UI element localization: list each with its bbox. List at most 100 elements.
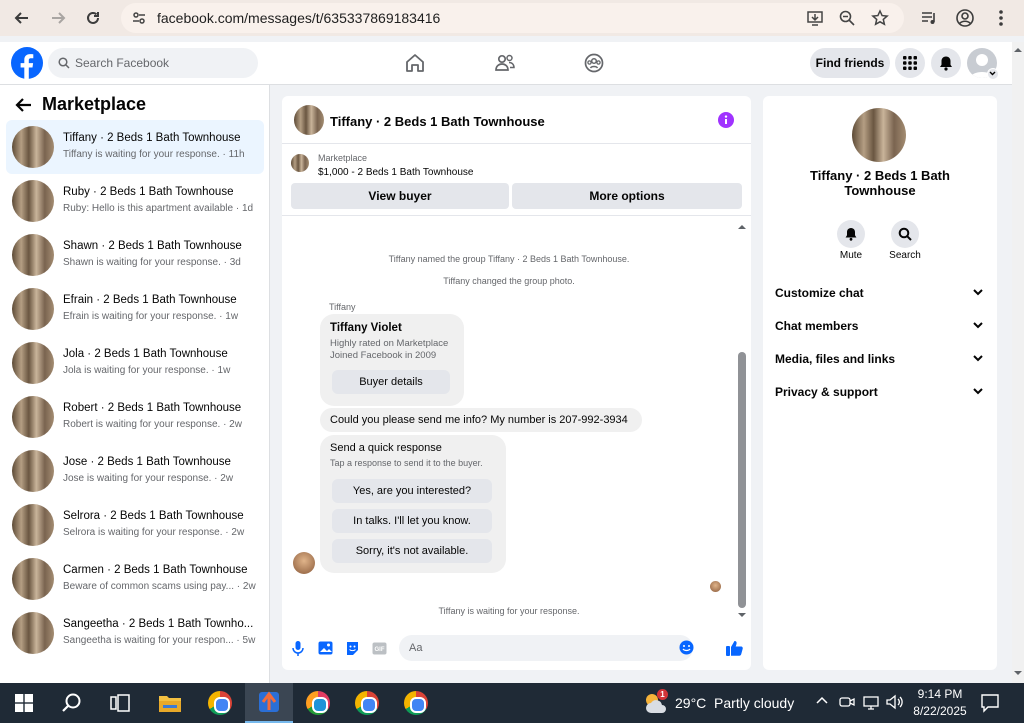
conversation-name: Jose · 2 Beds 1 Bath Townhouse	[63, 456, 231, 468]
profile-icon[interactable]	[952, 5, 978, 31]
task-view-icon[interactable]	[96, 683, 144, 723]
zoom-icon[interactable]	[838, 9, 856, 27]
message-input[interactable]: Aa	[399, 635, 694, 661]
sticker-icon[interactable]	[345, 641, 360, 656]
system-message: Tiffany changed the group photo.	[443, 276, 575, 286]
view-buyer-button[interactable]: View buyer	[291, 183, 509, 209]
action-center-icon[interactable]	[980, 693, 1000, 713]
search-placeholder: Search Facebook	[75, 56, 170, 70]
buyer-rating: Highly rated on Marketplace	[330, 338, 449, 349]
chat-details-panel: Tiffany · 2 Beds 1 Bath Townhouse Mute S…	[763, 96, 997, 670]
chat-window: Tiffany · 2 Beds 1 Bath Townhouse Market…	[282, 96, 751, 670]
quick-response-option[interactable]: Yes, are you interested?	[332, 479, 492, 503]
chevron-down-icon	[973, 322, 983, 329]
notifications-bell-icon[interactable]	[931, 48, 961, 78]
clock-time[interactable]: 9:14 PM	[912, 687, 968, 701]
back-arrow-icon[interactable]	[15, 97, 33, 113]
buyer-avatar[interactable]	[293, 552, 315, 574]
conversation-item[interactable]: Sangeetha · 2 Beds 1 Bath Townho... Sang…	[6, 606, 264, 660]
windows-start-icon[interactable]	[0, 683, 48, 723]
menu-icon[interactable]	[988, 5, 1014, 31]
seen-avatar	[710, 581, 721, 592]
search-input[interactable]: Search Facebook	[48, 48, 258, 78]
chat-members-section[interactable]: Chat members	[775, 319, 985, 339]
privacy-support-section[interactable]: Privacy & support	[775, 385, 985, 405]
media-icon[interactable]	[916, 5, 942, 31]
listing-thumbnail	[12, 396, 54, 438]
chat-scrollbar[interactable]	[737, 221, 747, 621]
svg-text:GIF: GIF	[375, 647, 385, 653]
conversation-item[interactable]: Robert · 2 Beds 1 Bath Townhouse Robert …	[6, 390, 264, 444]
group-photo[interactable]	[294, 105, 324, 135]
active-app-icon[interactable]	[245, 683, 293, 723]
groups-icon[interactable]	[581, 50, 607, 76]
conversation-list-panel: Marketplace Tiffany · 2 Beds 1 Bath Town…	[0, 85, 270, 683]
group-photo-large[interactable]	[852, 108, 906, 162]
show-hidden-icons-chevron[interactable]	[816, 696, 828, 704]
volume-icon[interactable]	[886, 694, 904, 710]
bookmark-star-icon[interactable]	[871, 9, 889, 27]
mute-label: Mute	[839, 250, 863, 261]
chrome-profile-icon[interactable]	[392, 683, 440, 723]
site-info-icon[interactable]	[131, 10, 147, 26]
conversation-item[interactable]: Carmen · 2 Beds 1 Bath Townhouse Beware …	[6, 552, 264, 606]
quick-response-option[interactable]: Sorry, it's not available.	[332, 539, 492, 563]
customize-chat-section[interactable]: Customize chat	[775, 286, 985, 306]
meet-now-icon[interactable]	[839, 694, 855, 710]
menu-grid-icon[interactable]	[895, 48, 925, 78]
conversation-name: Ruby · 2 Beds 1 Bath Townhouse	[63, 186, 234, 198]
conversation-item[interactable]: Shawn · 2 Beds 1 Bath Townhouse Shawn is…	[6, 228, 264, 282]
mute-button[interactable]	[837, 220, 865, 248]
address-bar[interactable]: facebook.com/messages/t/635337869183416	[121, 3, 904, 33]
chat-title[interactable]: Tiffany · 2 Beds 1 Bath Townhouse	[330, 114, 545, 129]
listing-thumbnail	[12, 612, 54, 654]
forward-icon[interactable]	[45, 5, 71, 31]
facebook-logo-icon[interactable]	[11, 47, 43, 79]
chrome-profile-icon[interactable]	[343, 683, 391, 723]
file-explorer-icon[interactable]	[146, 683, 194, 723]
marketplace-title: Marketplace	[42, 94, 147, 114]
search-conversation-button[interactable]	[891, 220, 919, 248]
buyer-details-button[interactable]: Buyer details	[332, 370, 450, 394]
conversation-item[interactable]: Selrora · 2 Beds 1 Bath Townhouse Selror…	[6, 498, 264, 552]
page-scrollbar[interactable]	[1012, 42, 1024, 683]
system-message: Tiffany named the group Tiffany · 2 Beds…	[388, 254, 630, 264]
conversation-item[interactable]: Jose · 2 Beds 1 Bath Townhouse Jose is w…	[6, 444, 264, 498]
quick-response-option[interactable]: In talks. I'll let you know.	[332, 509, 492, 533]
section-label: Customize chat	[775, 286, 864, 300]
taskbar-search-icon[interactable]	[48, 683, 96, 723]
home-icon[interactable]	[402, 50, 428, 76]
conversation-item[interactable]: Jola · 2 Beds 1 Bath Townhouse Jola is w…	[6, 336, 264, 390]
conversation-name: Robert · 2 Beds 1 Bath Townhouse	[63, 402, 242, 414]
conversation-preview: Jose is waiting for your response. · 2w	[63, 473, 234, 484]
reload-icon[interactable]	[80, 5, 106, 31]
conversation-preview: Efrain is waiting for your response. · 1…	[63, 311, 239, 322]
chrome-profile-icon[interactable]	[294, 683, 342, 723]
install-app-icon[interactable]	[806, 9, 824, 27]
conversation-info-icon[interactable]	[718, 112, 734, 128]
more-options-button[interactable]: More options	[512, 183, 742, 209]
friends-icon[interactable]	[492, 50, 518, 76]
media-files-links-section[interactable]: Media, files and links	[775, 352, 985, 372]
listing-thumbnail	[12, 288, 54, 330]
find-friends-button[interactable]: Find friends	[810, 48, 890, 78]
conversation-item[interactable]: Efrain · 2 Beds 1 Bath Townhouse Efrain …	[6, 282, 264, 336]
chrome-icon[interactable]	[196, 683, 244, 723]
facebook-header: Search Facebook Find friends	[0, 42, 1012, 85]
sender-label: Tiffany	[329, 302, 356, 312]
microphone-icon[interactable]	[292, 641, 304, 656]
thumbs-up-icon[interactable]	[726, 640, 743, 656]
network-icon[interactable]	[863, 694, 881, 710]
back-icon[interactable]	[9, 5, 35, 31]
conversation-item[interactable]: Tiffany · 2 Beds 1 Bath Townhouse Tiffan…	[6, 120, 264, 174]
conversation-name: Jola · 2 Beds 1 Bath Townhouse	[63, 348, 228, 360]
clock-date[interactable]: 8/22/2025	[908, 704, 972, 718]
buyer-name: Tiffany Violet	[330, 322, 402, 334]
photo-icon[interactable]	[318, 641, 333, 655]
conversation-item[interactable]: Ruby · 2 Beds 1 Bath Townhouse Ruby: Hel…	[6, 174, 264, 228]
account-chevron-icon[interactable]	[987, 68, 999, 80]
weather-text[interactable]: 29°C Partly cloudy	[675, 695, 794, 711]
buyer-joined: Joined Facebook in 2009	[330, 350, 437, 361]
emoji-icon[interactable]	[679, 640, 694, 655]
gif-icon[interactable]: GIF	[372, 642, 387, 655]
